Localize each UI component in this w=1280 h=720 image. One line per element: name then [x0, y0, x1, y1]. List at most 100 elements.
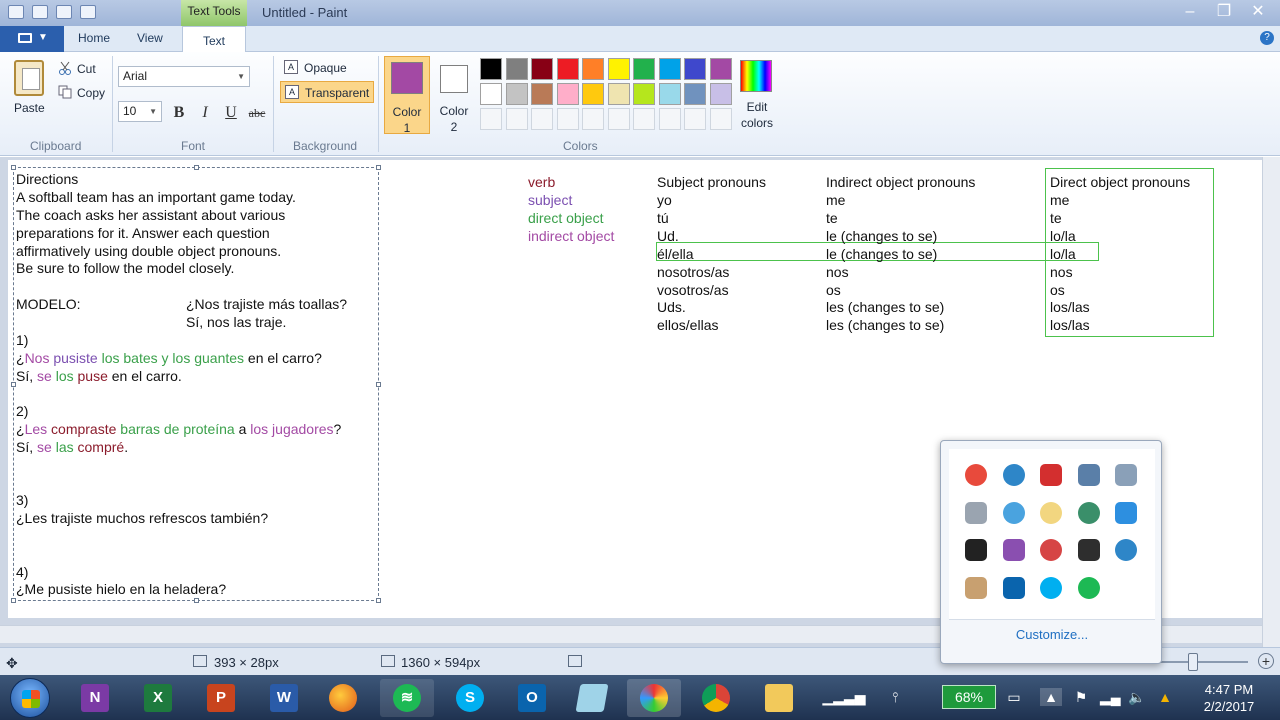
- outlook-icon[interactable]: [1002, 576, 1025, 599]
- zoom-slider-thumb[interactable]: [1188, 653, 1198, 671]
- notes-icon[interactable]: [1077, 464, 1100, 486]
- file-menu-button[interactable]: ▼: [0, 26, 64, 52]
- skype-icon[interactable]: [1040, 576, 1062, 599]
- show-hidden-icons-button[interactable]: ▲: [1040, 688, 1062, 706]
- palette-color-swatch[interactable]: [531, 58, 553, 80]
- palette-color-swatch[interactable]: [633, 58, 655, 80]
- palette-color-swatch[interactable]: [582, 83, 604, 105]
- resize-handle[interactable]: [376, 382, 381, 387]
- clock[interactable]: 4:47 PM 2/2/2017: [1190, 681, 1268, 715]
- custom-color-slot[interactable]: [480, 108, 502, 130]
- flag-f-icon[interactable]: [965, 539, 987, 561]
- close-button[interactable]: ✕: [1244, 2, 1272, 22]
- red-app-icon[interactable]: [1040, 464, 1062, 486]
- resize-handle[interactable]: [11, 598, 16, 603]
- palette-color-swatch[interactable]: [556, 83, 579, 105]
- help-icon[interactable]: ?: [1260, 31, 1274, 45]
- taskbar-spotify[interactable]: ≋: [380, 679, 434, 717]
- edit-colors-button[interactable]: Edit colors: [738, 60, 776, 136]
- spotify-icon[interactable]: [1077, 576, 1100, 599]
- italic-button[interactable]: I: [194, 103, 216, 123]
- volume-icon[interactable]: 🔈: [1128, 688, 1146, 706]
- font-size-select[interactable]: 10 ▼: [118, 101, 162, 122]
- network-globe-icon[interactable]: [1077, 501, 1100, 524]
- onenote-icon[interactable]: [1002, 539, 1025, 561]
- taskbar-notepad[interactable]: [565, 679, 619, 717]
- palette-color-swatch[interactable]: [633, 83, 655, 105]
- resize-handle[interactable]: [194, 165, 199, 170]
- zoom-in-button[interactable]: +: [1258, 653, 1274, 669]
- custom-color-slot[interactable]: [684, 108, 706, 130]
- weather-icon[interactable]: [1040, 501, 1062, 524]
- wifi-icon[interactable]: ▂▄: [1100, 688, 1121, 706]
- custom-color-slot[interactable]: [556, 108, 579, 130]
- taskbar-skype[interactable]: S: [443, 679, 497, 717]
- palette-color-swatch[interactable]: [709, 58, 732, 80]
- start-button[interactable]: [10, 678, 50, 718]
- cut-icon[interactable]: [58, 61, 72, 75]
- taskbar-explorer[interactable]: [752, 679, 806, 717]
- color1-button[interactable]: Color 1: [384, 56, 430, 135]
- app-icon[interactable]: [965, 464, 987, 486]
- taskbar-firefox[interactable]: [316, 679, 370, 717]
- custom-color-slot[interactable]: [582, 108, 604, 130]
- palette-color-swatch[interactable]: [684, 58, 706, 80]
- bold-button[interactable]: B: [168, 103, 190, 123]
- tool-icon[interactable]: [1115, 539, 1137, 561]
- antenna-icon[interactable]: ⫯: [886, 688, 904, 706]
- taskbar-word[interactable]: W: [257, 679, 311, 717]
- tab-text[interactable]: Text: [182, 26, 246, 52]
- resize-handle[interactable]: [11, 165, 16, 170]
- palette-color-swatch[interactable]: [556, 58, 579, 80]
- undo-icon[interactable]: [32, 5, 48, 19]
- power-icon[interactable]: ▭: [1005, 688, 1023, 706]
- palette-color-swatch[interactable]: [582, 58, 604, 80]
- custom-color-slot[interactable]: [531, 108, 553, 130]
- resize-handle[interactable]: [376, 165, 381, 170]
- taskbar-powerpoint[interactable]: P: [194, 679, 248, 717]
- underline-button[interactable]: U: [220, 103, 242, 123]
- chat-icon[interactable]: [1040, 539, 1062, 561]
- custom-color-slot[interactable]: [505, 108, 528, 130]
- maximize-button[interactable]: ❐: [1210, 2, 1238, 22]
- palette-color-swatch[interactable]: [480, 58, 502, 80]
- custom-color-slot[interactable]: [709, 108, 732, 130]
- custom-color-slot[interactable]: [658, 108, 681, 130]
- palette-color-swatch[interactable]: [505, 58, 528, 80]
- strikethrough-button[interactable]: abc: [244, 103, 270, 123]
- vertical-scrollbar[interactable]: [1262, 157, 1280, 647]
- new-icon[interactable]: [80, 5, 96, 19]
- taskbar-chrome[interactable]: [689, 679, 743, 717]
- network-meter-icon[interactable]: ▁▂▃▅: [820, 688, 868, 706]
- palette-color-swatch[interactable]: [505, 83, 528, 105]
- palette-color-swatch[interactable]: [531, 83, 553, 105]
- action-center-flag-icon[interactable]: ⚑: [1072, 688, 1090, 706]
- tab-view[interactable]: View: [137, 31, 163, 45]
- opaque-button[interactable]: A Opaque: [280, 57, 374, 79]
- minimize-button[interactable]: –: [1176, 2, 1204, 22]
- clipboard-icon[interactable]: [965, 501, 987, 524]
- transparent-button[interactable]: A Transparent: [280, 81, 374, 103]
- resize-handle[interactable]: [194, 598, 199, 603]
- copy-button[interactable]: Copy: [77, 86, 105, 100]
- save-icon[interactable]: [8, 5, 24, 19]
- battery-indicator[interactable]: 68%: [942, 685, 996, 709]
- screen-icon[interactable]: [1115, 464, 1137, 486]
- globe-icon[interactable]: [1002, 464, 1025, 486]
- palette-color-swatch[interactable]: [684, 83, 706, 105]
- taskbar-onenote[interactable]: N: [68, 679, 122, 717]
- font-family-select[interactable]: Arial ▼: [118, 66, 250, 87]
- palette-color-swatch[interactable]: [658, 58, 681, 80]
- custom-color-slot[interactable]: [633, 108, 655, 130]
- resize-handle[interactable]: [376, 598, 381, 603]
- palette-color-swatch[interactable]: [607, 58, 630, 80]
- taskbar-paint[interactable]: [627, 679, 681, 717]
- taskbar-excel[interactable]: X: [131, 679, 185, 717]
- palette-color-swatch[interactable]: [658, 83, 681, 105]
- nvidia-icon[interactable]: [1077, 539, 1100, 561]
- color2-button[interactable]: Color 2: [432, 56, 476, 134]
- palette-color-swatch[interactable]: [480, 83, 502, 105]
- redo-icon[interactable]: [56, 5, 72, 19]
- palette-color-swatch[interactable]: [709, 83, 732, 105]
- teamviewer-icon[interactable]: [1115, 501, 1137, 524]
